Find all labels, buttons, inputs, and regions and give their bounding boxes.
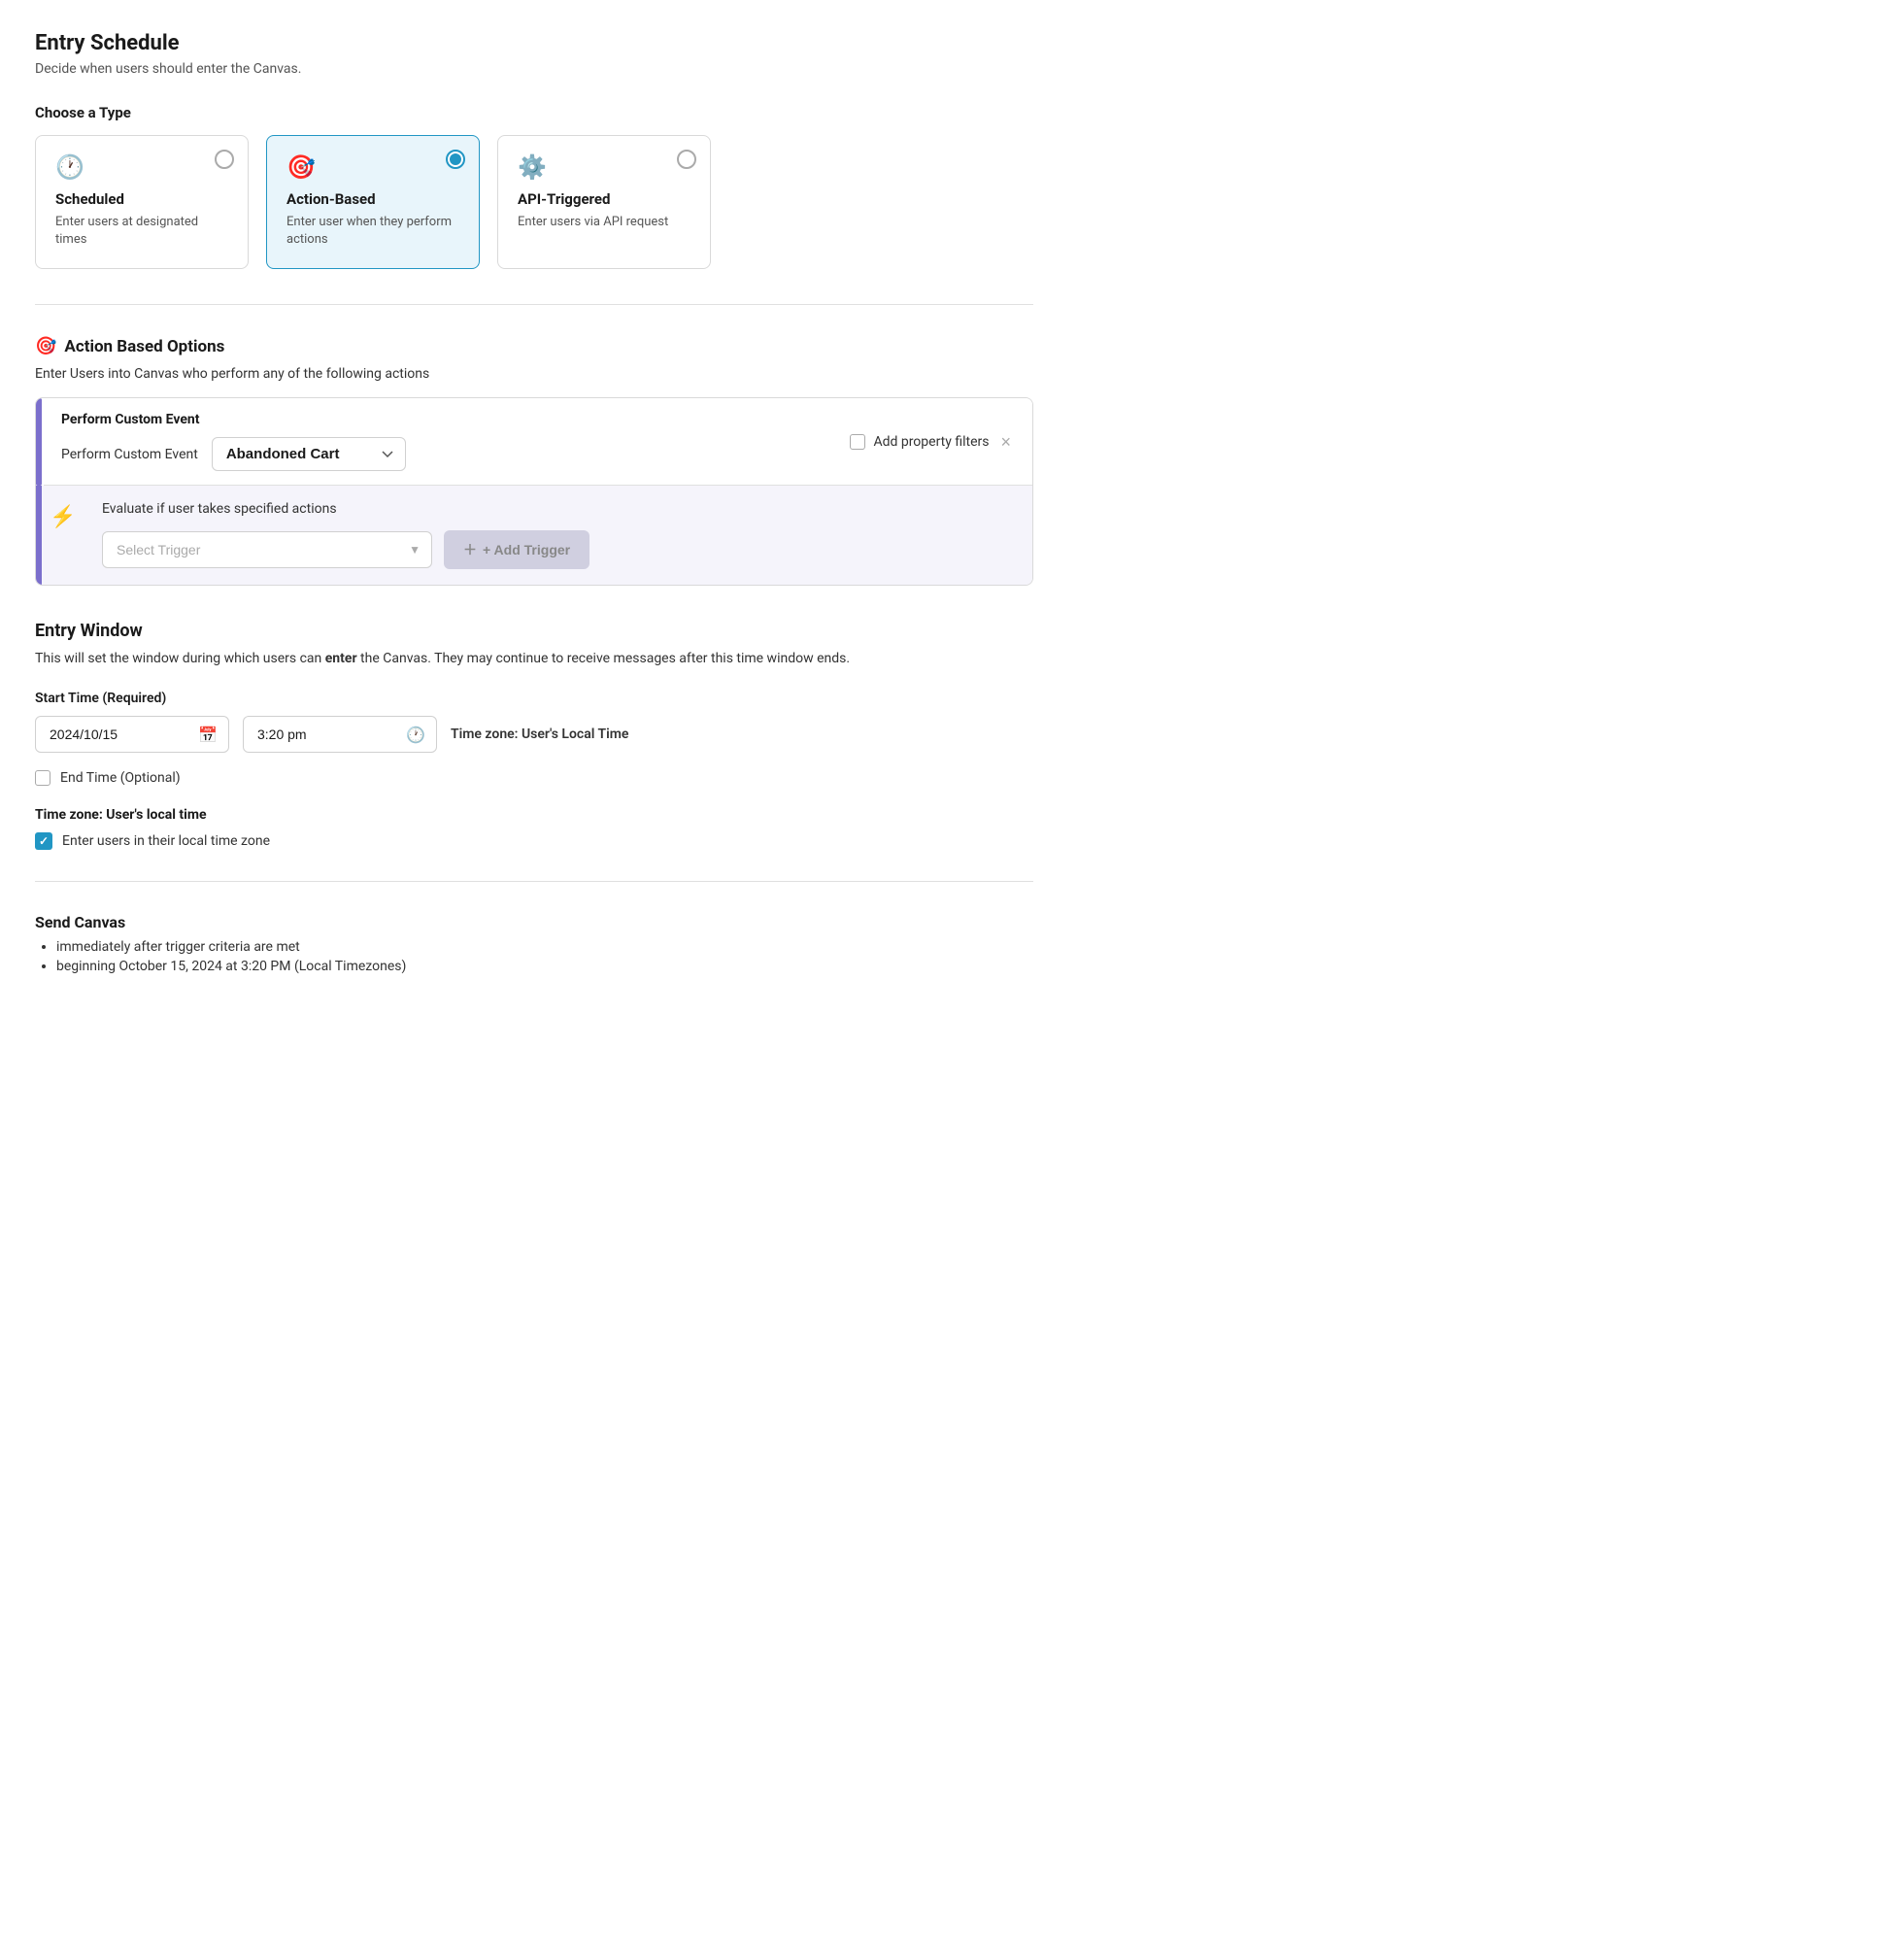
perform-custom-event-row: Perform Custom Event Perform Custom Even…	[36, 398, 1032, 486]
action-based-title: Action-Based	[286, 190, 459, 208]
radio-api-triggered[interactable]	[677, 150, 696, 169]
type-card-api-triggered[interactable]: ⚙️ API-Triggered Enter users via API req…	[497, 135, 711, 269]
left-bar-purple	[36, 398, 42, 486]
action-row-main: Perform Custom Event Perform Custom Even…	[61, 412, 836, 471]
add-property-filters-label: Add property filters	[873, 434, 989, 450]
date-input-wrapper: 📅	[35, 716, 229, 753]
perform-custom-event-inner: Perform Custom Event Perform Custom Even…	[44, 398, 1032, 486]
send-canvas-list: immediately after trigger criteria are m…	[35, 939, 1033, 974]
page-title: Entry Schedule	[35, 31, 1033, 55]
gear-icon: ⚙️	[518, 153, 690, 181]
target-icon: 🎯	[286, 153, 459, 181]
radio-scheduled[interactable]	[215, 150, 234, 169]
trigger-content: Evaluate if user takes specified actions…	[84, 486, 1032, 585]
datetime-row: 📅 🕐 Time zone: User's Local Time	[35, 716, 1033, 753]
trigger-fields: Select Trigger ▼ ＋ + Add Trigger	[102, 530, 1015, 569]
abandoned-cart-dropdown[interactable]: Abandoned Cart Added to Cart Purchase Se…	[212, 437, 406, 471]
entry-window-desc-start: This will set the window during which us…	[35, 651, 325, 666]
local-time-section-title: Time zone: User's local time	[35, 807, 1033, 823]
local-time-checkbox[interactable]	[35, 832, 52, 850]
type-card-scheduled[interactable]: 🕐 Scheduled Enter users at designated ti…	[35, 135, 249, 269]
end-time-label: End Time (Optional)	[60, 770, 181, 786]
lightning-icon: ⚡	[50, 505, 76, 529]
start-time-input[interactable]	[243, 716, 437, 753]
action-row-content: Perform Custom Event Perform Custom Even…	[44, 398, 1032, 486]
type-card-action-based[interactable]: 🎯 Action-Based Enter user when they perf…	[266, 135, 480, 269]
local-time-checkbox-label: Enter users in their local time zone	[62, 833, 270, 849]
entry-window-desc-end: the Canvas. They may continue to receive…	[357, 651, 850, 666]
start-date-input[interactable]	[35, 716, 229, 753]
action-block: Perform Custom Event Perform Custom Even…	[35, 397, 1033, 586]
page-subtitle: Decide when users should enter the Canva…	[35, 61, 1033, 77]
divider-1	[35, 304, 1033, 305]
divider-2	[35, 881, 1033, 882]
add-property-filters-area[interactable]: Add property filters ×	[850, 433, 1015, 451]
scheduled-title: Scheduled	[55, 190, 228, 208]
start-time-label: Start Time (Required)	[35, 691, 1033, 706]
api-triggered-title: API-Triggered	[518, 190, 690, 208]
perform-custom-event-title: Perform Custom Event	[61, 412, 836, 427]
choose-type-label: Choose a Type	[35, 104, 1033, 121]
send-canvas-title: Send Canvas	[35, 913, 1033, 931]
trigger-desc: Evaluate if user takes specified actions	[102, 501, 1015, 517]
clock-icon: 🕐	[55, 153, 228, 181]
close-action-button[interactable]: ×	[996, 433, 1015, 451]
perform-custom-event-label: Perform Custom Event	[61, 447, 198, 462]
scheduled-desc: Enter users at designated times	[55, 214, 228, 249]
radio-action-based[interactable]	[446, 150, 465, 169]
trigger-select-wrapper: Select Trigger ▼	[102, 531, 432, 568]
add-trigger-plus-icon: ＋	[463, 540, 477, 559]
entry-window-desc: This will set the window during which us…	[35, 649, 1033, 669]
add-trigger-button[interactable]: ＋ + Add Trigger	[444, 530, 589, 569]
api-triggered-desc: Enter users via API request	[518, 214, 690, 231]
local-time-row: Enter users in their local time zone	[35, 832, 1033, 850]
send-canvas-bullet-1: immediately after trigger criteria are m…	[56, 939, 1033, 955]
action-options-desc: Enter Users into Canvas who perform any …	[35, 366, 1033, 382]
type-cards-container: 🕐 Scheduled Enter users at designated ti…	[35, 135, 1033, 269]
entry-window-desc-bold: enter	[325, 651, 357, 666]
action-options-title: Action Based Options	[64, 337, 224, 356]
time-input-wrapper: 🕐	[243, 716, 437, 753]
action-row-fields: Perform Custom Event Abandoned Cart Adde…	[61, 437, 836, 471]
send-canvas-bullet-2: beginning October 15, 2024 at 3:20 PM (L…	[56, 959, 1033, 974]
action-based-desc: Enter user when they perform actions	[286, 214, 459, 249]
action-options-header: 🎯 Action Based Options	[35, 336, 1033, 356]
trigger-row: ⚡ Evaluate if user takes specified actio…	[36, 486, 1032, 585]
end-time-row: End Time (Optional)	[35, 770, 1033, 786]
entry-window-title: Entry Window	[35, 621, 1033, 641]
timezone-label: Time zone: User's Local Time	[451, 727, 628, 742]
select-trigger-dropdown[interactable]: Select Trigger	[102, 531, 432, 568]
trigger-lightning-area: ⚡	[42, 486, 84, 585]
property-filters-checkbox[interactable]	[850, 434, 865, 450]
target-section-icon: 🎯	[35, 336, 56, 356]
end-time-checkbox[interactable]	[35, 770, 51, 786]
add-trigger-label: + Add Trigger	[483, 542, 570, 558]
